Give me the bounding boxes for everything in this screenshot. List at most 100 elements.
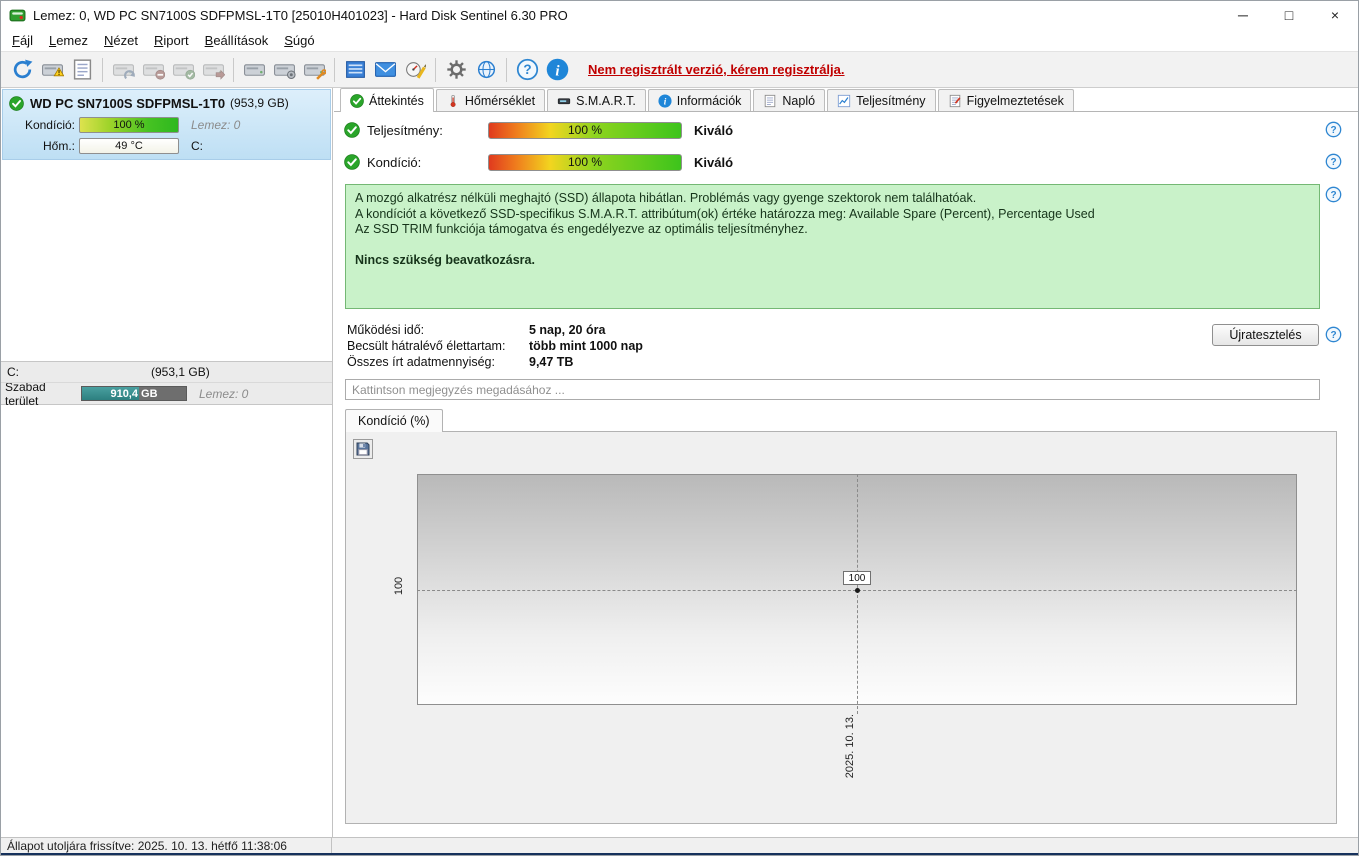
chart-data-point (855, 588, 860, 593)
tab-information[interactable]: Információk (647, 89, 752, 111)
stat-label: Becsült hátralévő élettartam: (347, 339, 506, 353)
surface-test-icon (345, 61, 365, 78)
online-button[interactable] (471, 55, 501, 85)
close-button[interactable]: × (1312, 1, 1358, 29)
maximize-button[interactable]: □ (1266, 1, 1312, 29)
tab-label: Áttekintés (369, 93, 424, 108)
disk-undo-button[interactable] (108, 55, 138, 85)
stat-label: Működési idő: (347, 323, 425, 337)
info-icon (546, 58, 569, 81)
menu-disk[interactable]: Lemez (41, 31, 96, 50)
alerts-page-icon (948, 94, 960, 108)
chart-save-button[interactable] (353, 439, 373, 459)
disk-button[interactable] (239, 55, 269, 85)
tab-label: Hőmérséklet (464, 93, 536, 108)
globe-icon (477, 60, 495, 79)
tab-label: Figyelmeztetések (966, 93, 1064, 108)
temperature-label: Hőm.: (42, 138, 75, 153)
health-line: A kondíciót a következő SSD-specifikus S… (355, 206, 1095, 221)
partition-size: (953,1 GB) (151, 365, 210, 379)
condition-value: 100 % (567, 155, 603, 169)
settings-button[interactable] (441, 55, 471, 85)
help-icon[interactable] (1325, 186, 1342, 203)
menu-file[interactable]: Fájl (4, 31, 41, 50)
tab-alerts[interactable]: Figyelmeztetések (937, 89, 1074, 111)
help-icon[interactable] (1325, 121, 1342, 138)
status-text: Állapot utoljára frissítve: 2025. 10. 13… (7, 838, 287, 853)
disk-tools-icon (303, 58, 326, 80)
tab-log[interactable]: Napló (753, 89, 826, 111)
performance-rating: Kiváló (694, 122, 734, 138)
disk-accept-button[interactable] (168, 55, 198, 85)
disk-eject-button[interactable] (198, 55, 228, 85)
window-controls: ─ □ × (1220, 1, 1358, 29)
tab-bar: Áttekintés Hőmérséklet S.M.A.R.T. Inform… (334, 88, 1358, 112)
condition-value: 100 % (113, 118, 145, 131)
email-icon (374, 62, 396, 77)
stat-value: 9,47 TB (529, 355, 574, 369)
toolbar-separator (435, 57, 436, 82)
chart-y-tick-label: 100 (393, 576, 406, 596)
help-button[interactable] (512, 55, 542, 85)
gear-icon (446, 60, 466, 79)
tab-overview[interactable]: Áttekintés (340, 88, 434, 112)
tab-label: Információk (676, 93, 742, 108)
surface-test-button[interactable] (340, 55, 370, 85)
menu-settings[interactable]: Beállítások (197, 31, 277, 50)
about-button[interactable] (542, 55, 572, 85)
chart-x-tick-label: 2025. 10. 13. (844, 714, 856, 779)
tab-label: Napló (782, 93, 816, 108)
toolbar-separator (233, 57, 234, 82)
register-link[interactable]: Nem regisztrált verzió, kérem regisztrál… (588, 62, 845, 77)
minimize-button[interactable]: ─ (1220, 1, 1266, 29)
statusbar-separator (331, 838, 332, 853)
disk-accept-icon (172, 58, 195, 80)
stat-row: Becsült hátralévő élettartam: több mint … (347, 338, 643, 354)
condition-row: Kondíció: 100 % Kiváló (334, 152, 1358, 172)
disk-remove-button[interactable] (138, 55, 168, 85)
disk-alert-button[interactable] (37, 55, 67, 85)
disk-list-item-selected[interactable]: WD PC SN7100S SDFPMSL-1T0 (953,9 GB) Kon… (2, 89, 331, 160)
report-button[interactable] (67, 55, 97, 85)
menubar: Fájl Lemez Nézet Riport Beállítások Súgó (1, 29, 1358, 51)
performance-bar: 100 % (488, 121, 682, 139)
statusbar: Állapot utoljára frissítve: 2025. 10. 13… (1, 837, 1358, 853)
health-status-box: A mozgó alkatrész nélküli meghajtó (SSD)… (345, 184, 1320, 309)
main-panel: Áttekintés Hőmérséklet S.M.A.R.T. Inform… (334, 88, 1359, 837)
retest-button[interactable]: Újratesztelés (1212, 324, 1319, 346)
help-icon (516, 58, 539, 81)
sidebar-disk-list: WD PC SN7100S SDFPMSL-1T0 (953,9 GB) Kon… (1, 88, 333, 837)
health-action: Nincs szükség beavatkozásra. (355, 252, 535, 267)
chart-tab-kondicio[interactable]: Kondíció (%) (345, 409, 443, 432)
disk-tools-button[interactable] (299, 55, 329, 85)
titlebar: Lemez: 0, WD PC SN7100S SDFPMSL-1T0 [250… (1, 1, 1358, 29)
partition-panel[interactable]: C: (953,1 GB) Szabad terület 910,4 GB Le… (1, 361, 332, 408)
tab-performance[interactable]: Teljesítmény (827, 89, 936, 111)
menu-report[interactable]: Riport (146, 31, 197, 50)
health-line: A mozgó alkatrész nélküli meghajtó (SSD)… (355, 191, 977, 205)
email-report-button[interactable] (370, 55, 400, 85)
disk-undo-icon (112, 58, 135, 80)
menu-help[interactable]: Súgó (276, 31, 322, 50)
disk-ok-icon (9, 96, 24, 111)
help-icon[interactable] (1325, 153, 1342, 170)
tab-temperature[interactable]: Hőmérséklet (435, 89, 546, 111)
condition-bar: 100 % (488, 153, 682, 171)
performance-row: Teljesítmény: 100 % Kiváló (334, 120, 1358, 140)
tab-smart[interactable]: S.M.A.R.T. (547, 89, 646, 111)
disk-gear-button[interactable] (269, 55, 299, 85)
comment-input[interactable] (345, 379, 1320, 400)
menu-view[interactable]: Nézet (96, 31, 146, 50)
benchmark-button[interactable] (400, 55, 430, 85)
condition-bar: 100 % (79, 116, 179, 133)
performance-value: 100 % (567, 123, 603, 137)
condition-label: Kondíció: (24, 117, 75, 132)
refresh-button[interactable] (7, 55, 37, 85)
help-icon[interactable] (1325, 326, 1342, 343)
info-icon (658, 94, 672, 108)
overview-content: Teljesítmény: 100 % Kiváló Kondíció: 100… (334, 112, 1359, 837)
floppy-icon (356, 442, 370, 456)
refresh-icon (13, 59, 32, 79)
health-line: Az SSD TRIM funkciója támogatva és enged… (355, 222, 808, 236)
free-space-bar: 910,4 GB (81, 386, 187, 401)
